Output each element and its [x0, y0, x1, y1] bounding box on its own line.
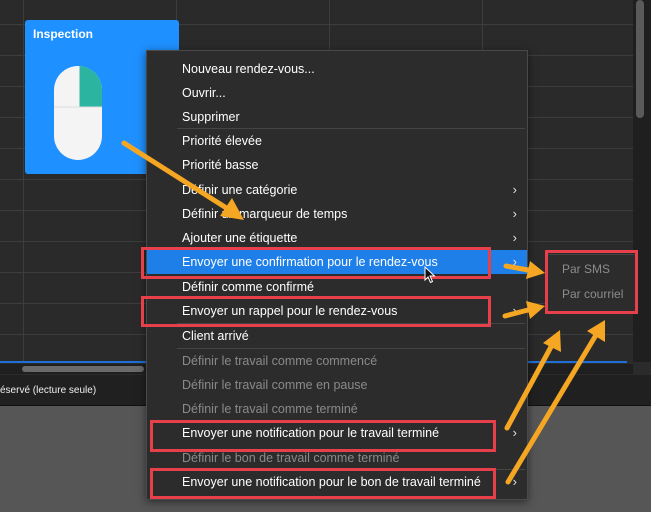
menu-item-label: Client arrivé [182, 329, 249, 343]
menu-item-12[interactable]: Client arrivé [147, 324, 527, 348]
menu-item-label: Définir le travail comme terminé [182, 402, 358, 416]
chevron-right-icon: › [512, 254, 517, 269]
menu-item-label: Nouveau rendez-vous... [182, 62, 315, 76]
menu-item-label: Ouvrir... [182, 86, 226, 100]
chevron-right-icon: › [512, 182, 517, 197]
menu-item-13[interactable]: Définir le travail comme commencé [147, 349, 527, 373]
menu-item-7[interactable]: Définir un marqueur de temps › [147, 202, 527, 226]
highlight-box-reminder [141, 296, 491, 327]
chevron-right-icon: › [512, 474, 517, 489]
menu-item-3[interactable]: Supprimer [147, 105, 527, 129]
menu-item-label: Priorité basse [182, 158, 259, 172]
status-text: éservé (lecture seule) [0, 385, 97, 396]
chevron-right-icon: › [512, 230, 517, 245]
menu-item-5[interactable]: Priorité basse [147, 153, 527, 177]
menu-item-4[interactable]: Priorité élevée [147, 129, 527, 153]
chevron-right-icon: › [512, 425, 517, 440]
horizontal-scroll-thumb[interactable] [22, 366, 144, 372]
highlight-box-confirmation [141, 247, 491, 279]
highlight-box-workorder-notification [150, 468, 496, 499]
menu-item-label: Définir une catégorie [182, 183, 298, 197]
mouse-cursor-icon [424, 266, 436, 284]
menu-item-label: Supprimer [182, 110, 240, 124]
appointment-title: Inspection [33, 27, 94, 41]
vertical-scroll-thumb[interactable] [636, 0, 644, 118]
chevron-right-icon: › [512, 206, 517, 221]
highlight-box-work-notification [150, 420, 496, 452]
menu-item-label: Définir le travail comme commencé [182, 354, 378, 368]
menu-item-label: Définir un marqueur de temps [182, 207, 348, 221]
menu-item-6[interactable]: Définir une catégorie › [147, 178, 527, 202]
menu-item-label: Priorité élevée [182, 134, 262, 148]
menu-item-label: Définir le travail comme en pause [182, 378, 368, 392]
menu-item-14[interactable]: Définir le travail comme en pause [147, 373, 527, 397]
menu-item-15[interactable]: Définir le travail comme terminé [147, 397, 527, 421]
menu-item-1[interactable]: Nouveau rendez-vous... [147, 57, 527, 81]
highlight-box-submenu [545, 250, 638, 314]
menu-item-2[interactable]: Ouvrir... [147, 81, 527, 105]
chevron-right-icon: › [512, 303, 517, 318]
mouse-icon [54, 66, 102, 160]
